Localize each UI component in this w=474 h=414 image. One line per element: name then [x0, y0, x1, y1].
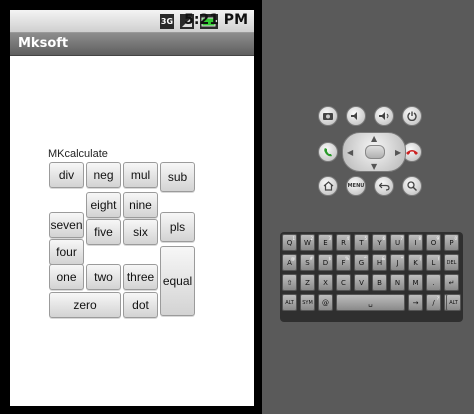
key-e[interactable]: E3 [318, 234, 333, 251]
home-button[interactable] [318, 176, 338, 196]
seven-button[interactable]: seven [49, 212, 84, 238]
key-alt-left[interactable]: ALT [282, 294, 297, 311]
power-button[interactable] [402, 106, 422, 126]
key-t[interactable]: T5 [354, 234, 369, 251]
key-p[interactable]: P0 [444, 234, 459, 251]
div-button[interactable]: div [49, 162, 84, 188]
key-k[interactable]: K( [408, 254, 423, 271]
key-l[interactable]: L) [426, 254, 441, 271]
key-b[interactable]: B [372, 274, 387, 291]
app-title-bar: Mksoft [10, 33, 254, 56]
emulator-controls: ▲ ▼ ◀ ▶ MENU [262, 0, 474, 414]
emulator-screen: 3G 5:21 PM Mksoft MKcalculate div neg mu… [0, 0, 262, 414]
four-button[interactable]: four [49, 239, 84, 265]
dpad[interactable]: ▲ ▼ ◀ ▶ [342, 132, 406, 172]
key-shift[interactable]: ⇧ [282, 274, 297, 291]
back-arrow-icon [378, 182, 390, 191]
calculator-heading: MKcalculate [48, 148, 108, 160]
key-n[interactable]: N [390, 274, 405, 291]
mul-button[interactable]: mul [123, 162, 158, 188]
key-slash[interactable]: /? [426, 294, 441, 311]
menu-label: MENU [347, 183, 365, 189]
key-v[interactable]: V [354, 274, 369, 291]
six-button[interactable]: six [123, 219, 158, 245]
key-j[interactable]: J * [390, 254, 405, 271]
key-o[interactable]: O9 [426, 234, 441, 251]
search-icon [407, 181, 417, 191]
call-button[interactable] [318, 142, 338, 162]
eight-button[interactable]: eight [86, 192, 121, 218]
camera-icon [323, 113, 333, 120]
camera-button[interactable] [318, 106, 338, 126]
power-icon [407, 111, 417, 121]
dot-button[interactable]: dot [123, 292, 158, 318]
phone-green-icon [323, 147, 332, 156]
home-icon [323, 181, 333, 191]
neg-button[interactable]: neg [86, 162, 121, 188]
key-g[interactable]: G ^ [354, 254, 369, 271]
dpad-up-icon[interactable]: ▲ [371, 134, 377, 143]
key-i[interactable]: I8 [408, 234, 423, 251]
key-r[interactable]: R4 [336, 234, 351, 251]
phone-red-icon [406, 150, 418, 155]
volume-down-button[interactable] [346, 106, 366, 126]
dpad-center-button[interactable] [365, 145, 385, 159]
sub-button[interactable]: sub [160, 162, 195, 192]
network-3g-icon: 3G [160, 14, 174, 29]
volume-up-button[interactable] [374, 106, 394, 126]
key-arrow[interactable]: → [408, 294, 423, 311]
two-button[interactable]: two [86, 264, 121, 290]
key-y[interactable]: Y6 [372, 234, 387, 251]
key-w[interactable]: W2 [300, 234, 315, 251]
status-bar: 3G 5:21 PM [10, 10, 254, 33]
key-h[interactable]: H & [372, 254, 387, 271]
nine-button[interactable]: nine [123, 192, 158, 218]
key-u[interactable]: U7 [390, 234, 405, 251]
app-content: MKcalculate div neg mul sub eight nine s… [10, 56, 254, 406]
key-at[interactable]: @ [318, 294, 333, 311]
dpad-left-icon[interactable]: ◀ [347, 148, 353, 157]
app-title: Mksoft [18, 36, 69, 51]
three-button[interactable]: three [123, 264, 158, 290]
zero-button[interactable]: zero [49, 292, 121, 318]
key-z[interactable]: Z [300, 274, 315, 291]
key-space[interactable]: ␣ [336, 294, 405, 311]
key-x[interactable]: X [318, 274, 333, 291]
key-del[interactable]: DEL [444, 254, 459, 271]
volume-down-icon [351, 112, 357, 120]
search-button[interactable] [402, 176, 422, 196]
hardware-keyboard: Q1 W2 E3 R4 T5 Y6 U7 I8 O9 P0 A @ S # D $ F… [280, 232, 463, 322]
dpad-down-icon[interactable]: ▼ [371, 162, 377, 171]
network-label: 3G [160, 17, 174, 26]
clock: 5:21 PM [184, 12, 248, 28]
key-s[interactable]: S # [300, 254, 315, 271]
key-sym[interactable]: SYM [300, 294, 315, 311]
key-enter[interactable]: ↵ [444, 274, 459, 291]
equal-button[interactable]: equal [160, 246, 195, 316]
key-m[interactable]: M [408, 274, 423, 291]
one-button[interactable]: one [49, 264, 84, 290]
five-button[interactable]: five [86, 219, 121, 245]
key-period[interactable]: . [426, 274, 441, 291]
key-a[interactable]: A @ [282, 254, 297, 271]
key-f[interactable]: F% [336, 254, 351, 271]
back-button[interactable] [374, 176, 394, 196]
volume-up-icon [378, 112, 388, 120]
pls-button[interactable]: pls [160, 212, 195, 242]
dpad-right-icon[interactable]: ▶ [395, 148, 401, 157]
key-alt-right[interactable]: ALT [446, 294, 461, 311]
key-c[interactable]: C [336, 274, 351, 291]
key-q[interactable]: Q1 [282, 234, 297, 251]
menu-button[interactable]: MENU [346, 176, 366, 196]
key-d[interactable]: D $ [318, 254, 333, 271]
